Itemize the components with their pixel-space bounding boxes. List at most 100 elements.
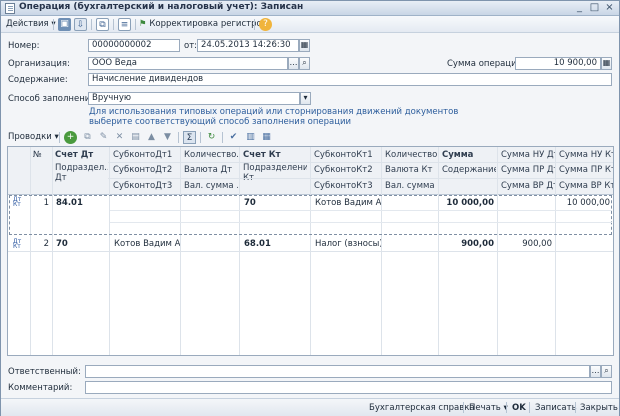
- header-nu-dt[interactable]: Сумма НУ Дт: [499, 148, 555, 162]
- chevron-down-icon[interactable]: ▾: [300, 92, 311, 105]
- help-icon[interactable]: ?: [259, 18, 272, 31]
- fill-method-select[interactable]: Вручную: [88, 92, 300, 105]
- date-field[interactable]: 24.05.2013 14:26:30: [197, 39, 299, 52]
- content-field[interactable]: Начисление дивидендов: [88, 73, 612, 86]
- row-number: 1: [43, 198, 49, 208]
- close-window-button[interactable]: ×: [603, 2, 616, 14]
- row-subconto-dt1[interactable]: Котов Вадим А...: [111, 237, 180, 251]
- row-debit-account[interactable]: 70: [53, 237, 108, 251]
- postings-toolbar: Проводки ▾ + ⧉ ✎ ✕ ▤ ▲ ▼ Σ ↻ ✔ ▥ ▦: [7, 130, 615, 145]
- save-button[interactable]: Записать: [535, 402, 577, 414]
- registers-icon: ⚑: [139, 19, 147, 29]
- postings-menu-label: Проводки: [8, 132, 52, 142]
- ellipsis-button[interactable]: …: [288, 57, 299, 70]
- header-subconto-kt3[interactable]: СубконтоКт3: [312, 179, 380, 193]
- toolbar-divider: [254, 19, 255, 30]
- minimize-button[interactable]: _: [573, 2, 586, 14]
- header-credit-account[interactable]: Счет Кт: [241, 148, 307, 162]
- ok-button[interactable]: OK: [512, 402, 526, 414]
- search-icon[interactable]: ⌕: [299, 57, 310, 70]
- header-nu-kt[interactable]: Сумма НУ Кт: [557, 148, 613, 162]
- toolbar-divider: [463, 402, 464, 413]
- operation-sum-label: Сумма операции:: [447, 59, 525, 69]
- row-subconto-kt1[interactable]: Налог (взносы)...: [312, 237, 381, 251]
- sum-icon[interactable]: Σ: [183, 131, 196, 144]
- header-vr-dt[interactable]: Сумма ВР Дт: [499, 179, 555, 193]
- report-icon[interactable]: ▥: [244, 131, 257, 144]
- copy-row-icon[interactable]: ⧉: [81, 131, 94, 144]
- operation-window: Операция (бухгалтерский и налоговый учет…: [0, 0, 620, 416]
- responsible-field[interactable]: [85, 365, 590, 378]
- header-department-dt[interactable]: Подраздел... Дт: [53, 163, 108, 183]
- add-row-icon[interactable]: +: [64, 131, 77, 144]
- header-pr-kt[interactable]: Сумма ПР Кт: [557, 163, 613, 177]
- header-currency-dt[interactable]: Валюта Дт: [182, 163, 238, 177]
- toolbar-divider: [53, 19, 54, 30]
- responsible-label: Ответственный:: [8, 367, 81, 377]
- header-subconto-dt1[interactable]: СубконтоДт1: [111, 148, 179, 162]
- header-department-kt[interactable]: Подразделение Кт: [241, 163, 307, 183]
- header-sum[interactable]: Сумма: [440, 148, 496, 162]
- header-debit-account[interactable]: Счет Дт: [53, 148, 108, 162]
- actions-menu[interactable]: Действия ▾: [6, 18, 56, 31]
- from-label: от:: [184, 41, 198, 51]
- maximize-button[interactable]: □: [588, 2, 601, 14]
- row-nu-dt[interactable]: 900,00: [499, 237, 555, 251]
- toolbar-divider: [222, 132, 223, 143]
- print-menu-label: Печать: [469, 403, 501, 413]
- calculator-icon[interactable]: ▦: [601, 57, 612, 70]
- main-toolbar: Действия ▾ ▣ ⇩ ⧉ ≡ ⚑ Корректировка регис…: [1, 16, 619, 33]
- header-number[interactable]: №: [31, 148, 51, 162]
- header-qty-dt[interactable]: Количество...: [182, 148, 238, 162]
- post-document-icon[interactable]: ⇩: [74, 18, 87, 31]
- postings-menu[interactable]: Проводки ▾: [8, 131, 59, 144]
- end-edit-icon[interactable]: ▤: [129, 131, 142, 144]
- table-settings-icon[interactable]: ▦: [260, 131, 273, 144]
- row-divider: [110, 222, 612, 223]
- move-down-icon[interactable]: ▼: [161, 131, 174, 144]
- header-subconto-dt2[interactable]: СубконтоДт2: [111, 163, 179, 177]
- calendar-icon[interactable]: ▦: [299, 39, 310, 52]
- row-subconto-kt1[interactable]: Котов Вадим А...: [312, 196, 381, 210]
- window-title: Операция (бухгалтерский и налоговый учет…: [19, 2, 304, 12]
- number-field[interactable]: 00000000002: [88, 39, 180, 52]
- header-pr-dt[interactable]: Сумма ПР Дт: [499, 163, 555, 177]
- row-credit-account[interactable]: 68.01: [241, 237, 309, 251]
- row-debit-account[interactable]: 84.01: [53, 196, 108, 210]
- check-icon[interactable]: ✔: [227, 131, 240, 144]
- row-sum[interactable]: 900,00: [440, 237, 497, 251]
- ellipsis-button[interactable]: …: [590, 365, 601, 378]
- header-cur-sum-kt[interactable]: Вал. сумма ...: [383, 179, 437, 193]
- header-vr-kt[interactable]: Сумма ВР Кт: [557, 179, 613, 193]
- header-content[interactable]: Содержание: [440, 163, 496, 177]
- header-subconto-dt3[interactable]: СубконтоДт3: [111, 179, 179, 193]
- row-credit-account[interactable]: 70: [241, 196, 309, 210]
- save-icon[interactable]: ▣: [58, 18, 71, 31]
- comment-label: Комментарий:: [8, 383, 73, 393]
- header-subconto-kt1[interactable]: СубконтоКт1: [312, 148, 380, 162]
- comment-field[interactable]: [85, 381, 612, 394]
- print-menu[interactable]: Печать ▾: [469, 402, 508, 414]
- row-sum[interactable]: 10 000,00: [440, 196, 497, 210]
- header-currency-kt[interactable]: Валюта Кт: [383, 163, 437, 177]
- registers-correction-button[interactable]: ⚑ Корректировка регистров: [139, 18, 267, 31]
- structure-icon[interactable]: ≡: [118, 18, 131, 31]
- header-qty-kt[interactable]: Количество...: [383, 148, 437, 162]
- header-subconto-kt2[interactable]: СубконтоКт2: [312, 163, 380, 177]
- row-divider: [8, 251, 613, 252]
- refresh-icon[interactable]: ↻: [205, 131, 218, 144]
- toolbar-divider: [113, 19, 114, 30]
- copy-document-icon[interactable]: ⧉: [96, 18, 109, 31]
- header-cur-sum-dt[interactable]: Вал. сумма ...: [182, 179, 238, 193]
- close-button[interactable]: Закрыть: [580, 402, 618, 414]
- delete-row-icon[interactable]: ✕: [113, 131, 126, 144]
- toolbar-divider: [178, 132, 179, 143]
- organization-field[interactable]: ООО Веда: [88, 57, 288, 70]
- search-icon[interactable]: ⌕: [601, 365, 612, 378]
- move-up-icon[interactable]: ▲: [145, 131, 158, 144]
- operation-sum-field[interactable]: 10 900,00: [515, 57, 601, 70]
- bottom-bar: Бухгалтерская справка Печать ▾ OK Записа…: [1, 398, 619, 416]
- accounting-reference-button[interactable]: Бухгалтерская справка: [369, 402, 475, 414]
- row-nu-kt[interactable]: 10 000,00: [557, 196, 613, 210]
- edit-row-icon[interactable]: ✎: [97, 131, 110, 144]
